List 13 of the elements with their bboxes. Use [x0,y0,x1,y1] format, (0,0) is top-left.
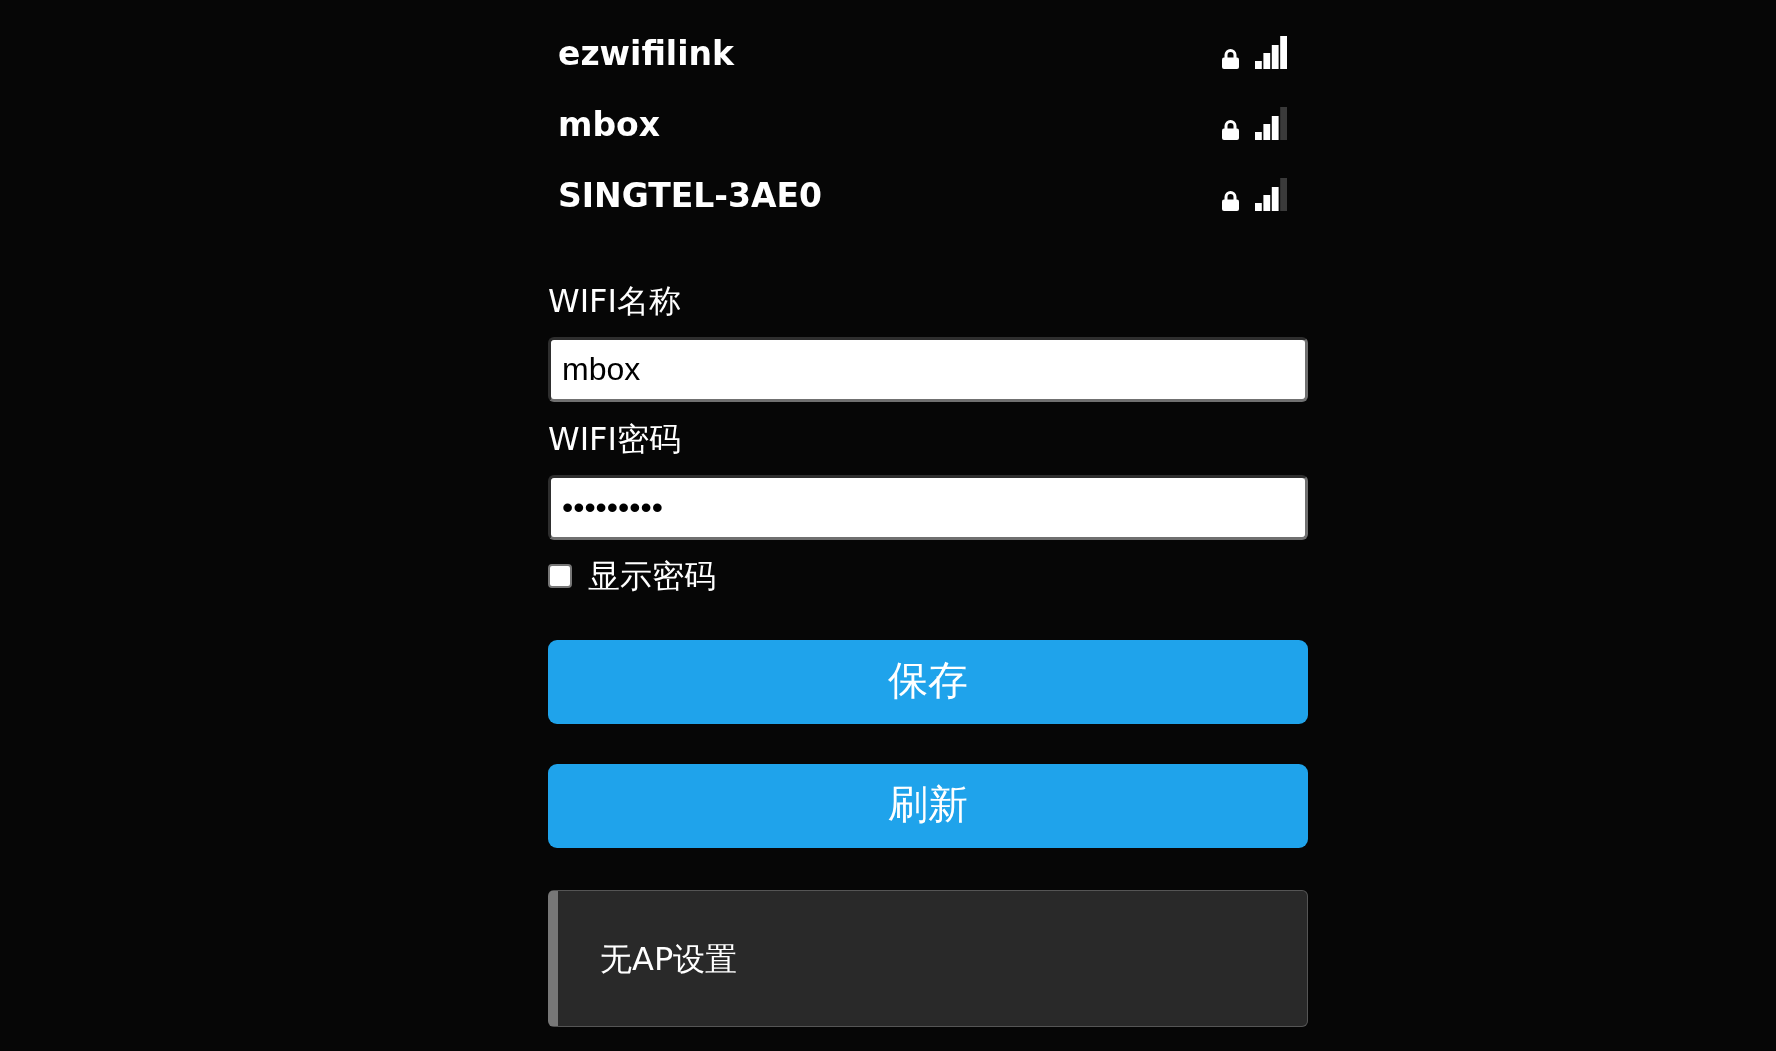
network-name[interactable]: SINGTEL-3AE0 [558,175,822,216]
field-label: WIFI名称 [548,281,681,321]
network-name[interactable]: mbox [558,104,660,145]
ssid-input[interactable]: mbox [548,337,1308,402]
field-label: WIFI密码 [548,419,681,459]
show-password-checkbox[interactable] [548,564,572,588]
signal-strength-icon [1255,36,1287,69]
notice-text: 无AP设置 [600,938,738,979]
signal-strength-icon [1255,178,1287,211]
network-name[interactable]: ezwifilink [558,33,734,74]
signal-strength-icon [1255,107,1287,140]
checkbox-label: 显示密码 [588,557,716,596]
password-input[interactable]: ••••••••• [548,475,1308,540]
